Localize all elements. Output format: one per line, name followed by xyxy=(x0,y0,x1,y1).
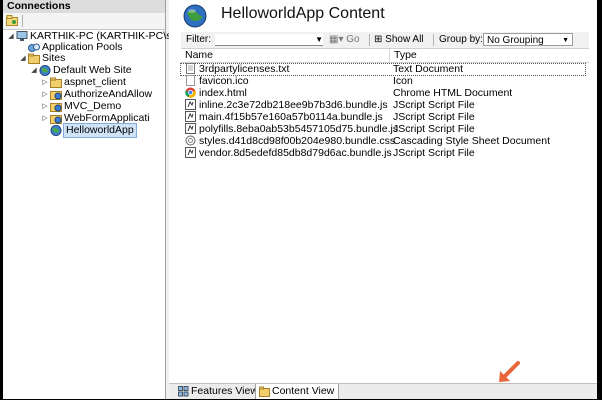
view-tabs-bar: Features View Content View xyxy=(169,383,597,399)
connections-title: Connections xyxy=(3,0,165,13)
file-row[interactable]: styles.d41d8cd98f00b204e980.bundle.css C… xyxy=(181,135,589,147)
file-type: JScript Script File xyxy=(393,123,475,135)
column-header-type[interactable]: Type xyxy=(389,49,594,62)
iis-manager-window: Connections ◢ KARTHIK-PC (KARTHIK-PC\sa xyxy=(3,0,597,399)
file-type: Cascading Style Sheet Document xyxy=(393,135,551,147)
file-row[interactable]: vendor.8d5edefd85db8d79d6ac.bundle.js JS… xyxy=(181,147,589,159)
sites-folder-icon xyxy=(28,53,40,64)
features-view-tab[interactable]: Features View xyxy=(175,384,258,399)
go-icon: ▦▾ xyxy=(329,34,347,45)
script-file-icon xyxy=(185,99,196,110)
show-all-label: Show All xyxy=(385,34,424,45)
web-app-icon xyxy=(50,91,62,100)
group-by-label: Group by: xyxy=(439,34,483,45)
toolbar-separator xyxy=(22,15,23,27)
app-pool-icon xyxy=(28,43,40,52)
content-view-icon xyxy=(259,386,270,397)
connect-icon[interactable] xyxy=(6,15,18,26)
file-row[interactable]: main.4f15b57e160a57b0114a.bundle.js JScr… xyxy=(181,111,589,123)
expand-toggle-icon[interactable]: ◢ xyxy=(7,30,15,43)
globe-icon xyxy=(50,125,62,136)
globe-icon xyxy=(39,65,51,76)
globe-icon xyxy=(183,4,207,28)
file-row[interactable]: favicon.ico Icon xyxy=(181,75,589,87)
annotation-arrow-icon xyxy=(499,361,520,382)
connections-pane: Connections ◢ KARTHIK-PC (KARTHIK-PC\sa xyxy=(3,0,177,399)
file-row[interactable]: inline.2c3e72db218ee9b7b3d6.bundle.js JS… xyxy=(181,99,589,111)
chrome-html-icon xyxy=(185,87,196,98)
script-file-icon xyxy=(185,147,196,158)
text-file-icon xyxy=(186,63,195,74)
file-name: vendor.8d5edefd85db8d79d6ac.bundle.js xyxy=(199,147,392,159)
group-by-value: No Grouping xyxy=(487,35,544,46)
group-by-select[interactable]: No Grouping ▼ xyxy=(483,33,573,46)
file-name: inline.2c3e72db218ee9b7b3d6.bundle.js xyxy=(199,99,388,111)
expand-toggle-icon[interactable]: ◢ xyxy=(30,64,38,77)
content-view-tab[interactable]: Content View xyxy=(255,384,339,399)
go-label: Go xyxy=(346,34,360,45)
tree-label: HelloworldApp xyxy=(63,123,137,138)
file-type: Chrome HTML Document xyxy=(393,87,513,99)
connections-toolbar xyxy=(3,13,165,30)
file-name: polyfills.8eba0ab53b5457105d75.bundle.js xyxy=(199,123,399,135)
filter-input[interactable]: ▼ xyxy=(215,34,323,46)
file-type: JScript Script File xyxy=(393,111,475,123)
expand-toggle-icon[interactable]: ◢ xyxy=(19,52,27,65)
file-type: Icon xyxy=(393,75,413,87)
file-row[interactable]: 3rdpartylicenses.txt Text Document xyxy=(180,63,589,76)
file-list-header: Name Type xyxy=(181,49,589,63)
ico-file-icon xyxy=(186,75,195,86)
filter-separator xyxy=(433,34,434,46)
content-header: HelloworldApp Content xyxy=(169,0,597,32)
script-file-icon xyxy=(185,123,196,134)
show-all-icon: ⊞ xyxy=(374,34,386,45)
filter-separator xyxy=(369,34,370,46)
page-title: HelloworldApp Content xyxy=(221,5,385,22)
file-row[interactable]: index.html Chrome HTML Document xyxy=(181,87,589,99)
filter-bar: Filter: ▼ ▦▾ Go ⊞ Show All Group by: No … xyxy=(181,32,589,49)
file-name: main.4f15b57e160a57b0114a.bundle.js xyxy=(199,111,383,123)
computer-icon xyxy=(16,31,28,41)
collapse-toggle-icon[interactable]: ▷ xyxy=(41,112,49,125)
file-name: favicon.ico xyxy=(199,75,249,87)
file-type: JScript Script File xyxy=(393,99,475,111)
chevron-down-icon[interactable]: ▼ xyxy=(562,34,569,47)
features-view-label: Features View xyxy=(191,385,258,397)
filter-label: Filter: xyxy=(186,34,211,45)
web-app-icon xyxy=(50,115,62,124)
file-name: 3rdpartylicenses.txt xyxy=(199,63,290,75)
content-view-label: Content View xyxy=(272,385,335,397)
folder-icon xyxy=(50,77,62,88)
file-row[interactable]: polyfills.8eba0ab53b5457105d75.bundle.js… xyxy=(181,123,589,135)
script-file-icon xyxy=(185,111,196,122)
show-all-button[interactable]: ⊞ Show All xyxy=(374,34,424,45)
file-name: styles.d41d8cd98f00b204e980.bundle.css xyxy=(199,135,396,147)
content-pane: HelloworldApp Content Filter: ▼ ▦▾ Go ⊞ … xyxy=(169,0,597,399)
features-view-icon xyxy=(178,386,189,397)
web-app-icon xyxy=(50,103,62,112)
file-name: index.html xyxy=(199,87,247,99)
column-header-name[interactable]: Name xyxy=(185,49,381,62)
css-file-icon xyxy=(185,135,196,146)
go-button[interactable]: ▦▾ Go xyxy=(329,34,360,45)
file-type: Text Document xyxy=(393,63,464,75)
file-type: JScript Script File xyxy=(393,147,475,159)
dropdown-arrow-icon[interactable]: ▼ xyxy=(315,35,323,44)
